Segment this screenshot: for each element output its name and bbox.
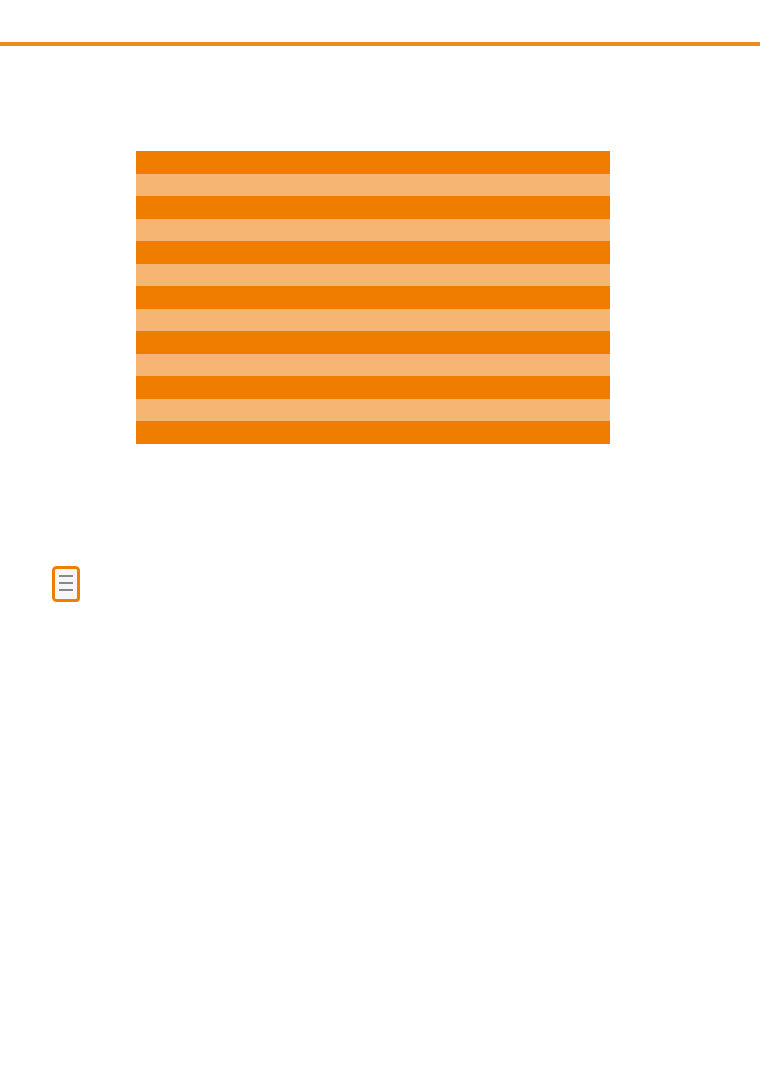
table-row <box>136 241 610 264</box>
table-row <box>136 421 610 444</box>
table-row <box>136 308 610 331</box>
table-cell <box>136 308 610 331</box>
table-row <box>136 196 610 219</box>
table-row <box>136 151 610 174</box>
table-cell <box>136 421 610 444</box>
table-row <box>136 398 610 421</box>
table-body <box>136 151 610 444</box>
striped-table <box>136 151 610 444</box>
table-row <box>136 173 610 196</box>
table-cell <box>136 151 610 174</box>
table-cell <box>136 196 610 219</box>
table-row <box>136 331 610 354</box>
table-cell <box>136 376 610 399</box>
table-cell <box>136 398 610 421</box>
header-rule <box>0 42 760 46</box>
table-cell <box>136 286 610 309</box>
table-cell <box>136 263 610 286</box>
document-page <box>0 0 760 1074</box>
table-row <box>136 376 610 399</box>
table-cell <box>136 331 610 354</box>
table-row <box>136 353 610 376</box>
table-cell <box>136 173 610 196</box>
table-row <box>136 286 610 309</box>
table-cell <box>136 218 610 241</box>
note-icon <box>52 566 80 602</box>
table-row <box>136 263 610 286</box>
table-row <box>136 218 610 241</box>
table-cell <box>136 353 610 376</box>
table-cell <box>136 241 610 264</box>
